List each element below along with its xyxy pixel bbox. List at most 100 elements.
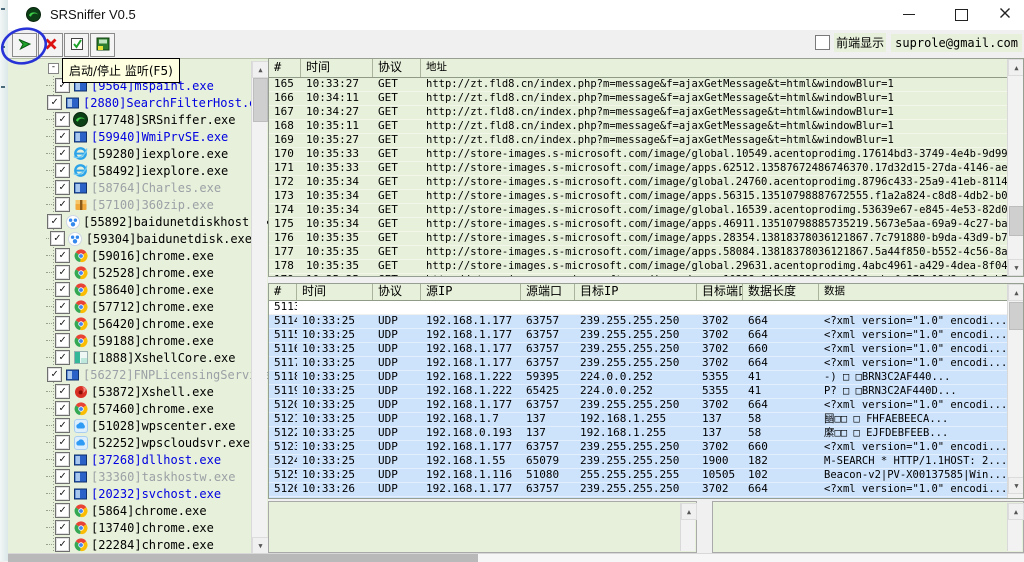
process-item[interactable]: ✓[59280]iexplore.exe <box>8 145 252 162</box>
detail-right-scrollbar[interactable]: ▲ <box>1007 503 1022 551</box>
process-checkbox[interactable]: ✓ <box>55 316 70 331</box>
scroll-down-icon[interactable]: ▼ <box>1008 477 1024 494</box>
column-header[interactable]: 地址 <box>421 59 1010 77</box>
process-item[interactable]: ✓[58640]chrome.exe <box>8 281 252 298</box>
save-button[interactable] <box>90 33 115 57</box>
process-item[interactable]: ✓[56420]chrome.exe <box>8 315 252 332</box>
packet-row[interactable]: 512110:33:25UDP192.168.1.7137192.168.1.2… <box>269 413 1008 427</box>
scroll-up-icon[interactable]: ▲ <box>681 503 697 520</box>
packet-row[interactable]: 512710:33:26UDP192.168.0.2425353224.0.0.… <box>269 497 1008 499</box>
tree-root-expander[interactable]: - <box>48 63 59 74</box>
process-checkbox[interactable]: ✓ <box>55 265 70 280</box>
process-checkbox[interactable]: ✓ <box>55 282 70 297</box>
process-item[interactable]: ✓[59016]chrome.exe <box>8 247 252 264</box>
packet-row[interactable]: 511710:33:25UDP192.168.1.17763757239.255… <box>269 357 1008 371</box>
column-header[interactable]: 源端口 <box>521 284 575 300</box>
column-header[interactable]: 目标端口 <box>697 284 743 300</box>
process-item[interactable]: ✓[20232]svchost.exe <box>8 485 252 502</box>
process-checkbox[interactable]: ✓ <box>55 418 70 433</box>
request-row[interactable]: 16910:35:27GEThttp://zt.fld8.cn/index.ph… <box>269 134 1008 148</box>
column-header[interactable]: 时间 <box>297 284 373 300</box>
process-item[interactable]: ✓[17748]SRSniffer.exe <box>8 111 252 128</box>
packet-row[interactable]: 5113 <box>269 301 1008 315</box>
detail-left-scrollbar[interactable]: ▲ <box>680 503 695 551</box>
request-row[interactable]: 17710:35:35GEThttp://store-images.s-micr… <box>269 246 1008 260</box>
scroll-up-icon[interactable]: ▲ <box>1008 503 1024 520</box>
process-checkbox[interactable]: ✓ <box>55 469 70 484</box>
scrollbar-thumb[interactable] <box>1009 302 1024 330</box>
request-row[interactable]: 16610:34:11GEThttp://zt.fld8.cn/index.ph… <box>269 92 1008 106</box>
process-item[interactable]: ✓[5864]chrome.exe <box>8 502 252 519</box>
process-item[interactable]: ✓[53872]Xshell.exe <box>8 383 252 400</box>
request-row[interactable]: 17610:35:35GEThttp://store-images.s-micr… <box>269 232 1008 246</box>
packet-scrollbar[interactable]: ▲ ▼ <box>1007 284 1023 498</box>
request-row[interactable]: 16510:33:27GEThttp://zt.fld8.cn/index.ph… <box>269 78 1008 92</box>
process-item[interactable]: ✓[37268]dllhost.exe <box>8 451 252 468</box>
frontend-display-checkbox[interactable] <box>815 35 830 50</box>
process-item[interactable]: ✓[55892]baidunetdiskhost.ex <box>8 213 252 230</box>
process-checkbox[interactable]: ✓ <box>55 197 70 212</box>
request-row[interactable]: 17210:35:34GEThttp://store-images.s-micr… <box>269 176 1008 190</box>
column-header[interactable]: 数据 <box>819 284 1010 300</box>
packet-row[interactable]: 511610:33:25UDP192.168.1.17763757239.255… <box>269 343 1008 357</box>
process-checkbox[interactable]: ✓ <box>55 350 70 365</box>
request-row[interactable]: 16710:34:27GEThttp://zt.fld8.cn/index.ph… <box>269 106 1008 120</box>
column-header[interactable]: 数据长度 <box>743 284 819 300</box>
packet-row[interactable]: 511510:33:25UDP192.168.1.17763757239.255… <box>269 329 1008 343</box>
process-checkbox[interactable]: ✓ <box>55 452 70 467</box>
scroll-down-icon[interactable]: ▼ <box>252 537 268 554</box>
process-checkbox[interactable]: ✓ <box>55 146 70 161</box>
packet-row[interactable]: 512510:33:25UDP192.168.1.11651080255.255… <box>269 469 1008 483</box>
column-header[interactable]: 协议 <box>373 59 421 77</box>
process-checkbox[interactable]: ✓ <box>55 401 70 416</box>
packet-row[interactable]: 512210:33:25UDP192.168.0.193137192.168.1… <box>269 427 1008 441</box>
process-checkbox[interactable]: ✓ <box>55 537 70 552</box>
packet-row[interactable]: 512310:33:25UDP192.168.1.17763757239.255… <box>269 441 1008 455</box>
process-checkbox[interactable]: ✓ <box>55 486 70 501</box>
column-header[interactable]: # <box>269 59 301 77</box>
request-row[interactable]: 17810:35:35GEThttp://store-images.s-micr… <box>269 260 1008 274</box>
packet-row[interactable]: 512410:33:25UDP192.168.1.5565079239.255.… <box>269 455 1008 469</box>
maximize-button[interactable] <box>940 0 982 29</box>
process-checkbox[interactable]: ✓ <box>55 163 70 178</box>
process-checkbox[interactable]: ✓ <box>55 503 70 518</box>
process-checkbox[interactable]: ✓ <box>50 231 65 246</box>
process-item[interactable]: ✓[59940]WmiPrvSE.exe <box>8 128 252 145</box>
request-row[interactable]: 17110:35:33GEThttp://store-images.s-micr… <box>269 162 1008 176</box>
request-row[interactable]: 17910:35:35GEThttp://store-images.s-micr… <box>269 274 1008 277</box>
process-checkbox[interactable]: ✓ <box>55 435 70 450</box>
scrollbar-thumb[interactable] <box>253 78 268 122</box>
request-row[interactable]: 17410:35:34GEThttp://store-images.s-micr… <box>269 204 1008 218</box>
process-checkbox[interactable]: ✓ <box>55 384 70 399</box>
process-item[interactable]: ✓[57460]chrome.exe <box>8 400 252 417</box>
packet-row[interactable]: 512610:33:26UDP192.168.1.17763757239.255… <box>269 483 1008 497</box>
column-header[interactable]: 时间 <box>301 59 373 77</box>
process-item[interactable]: ✓[57100]360zip.exe <box>8 196 252 213</box>
column-header[interactable]: 源IP <box>421 284 521 300</box>
request-row[interactable]: 16810:35:11GEThttp://zt.fld8.cn/index.ph… <box>269 120 1008 134</box>
packet-row[interactable]: 511810:33:25UDP192.168.1.22259395224.0.0… <box>269 371 1008 385</box>
process-item[interactable]: ✓[56272]FNPLicensingService <box>8 366 252 383</box>
request-row[interactable]: 17510:35:34GEThttp://store-images.s-micr… <box>269 218 1008 232</box>
process-checkbox[interactable]: ✓ <box>55 248 70 263</box>
process-item[interactable]: ✓[59304]baidunetdisk.exe <box>8 230 252 247</box>
clear-button[interactable] <box>38 33 63 57</box>
minimize-button[interactable] <box>888 0 930 29</box>
process-checkbox[interactable]: ✓ <box>55 333 70 348</box>
process-checkbox[interactable]: ✓ <box>55 112 70 127</box>
select-all-button[interactable] <box>64 33 89 57</box>
packet-row[interactable]: 511910:33:25UDP192.168.1.22265425224.0.0… <box>269 385 1008 399</box>
process-checkbox[interactable]: ✓ <box>55 299 70 314</box>
process-item[interactable]: ✓[59188]chrome.exe <box>8 332 252 349</box>
process-checkbox[interactable]: ✓ <box>55 520 70 535</box>
scroll-up-icon[interactable]: ▲ <box>1008 284 1024 301</box>
process-item[interactable]: ✓[57712]chrome.exe <box>8 298 252 315</box>
process-item[interactable]: ✓[2880]SearchFilterHost.exe <box>8 94 252 111</box>
close-button[interactable] <box>984 0 1024 29</box>
process-checkbox[interactable]: ✓ <box>47 214 62 229</box>
scroll-up-icon[interactable]: ▲ <box>1008 59 1024 76</box>
process-item[interactable]: ✓[22284]chrome.exe <box>8 536 252 553</box>
scroll-up-icon[interactable]: ▲ <box>252 61 268 78</box>
scrollbar-thumb[interactable] <box>1009 206 1024 236</box>
start-stop-button[interactable] <box>12 33 37 57</box>
